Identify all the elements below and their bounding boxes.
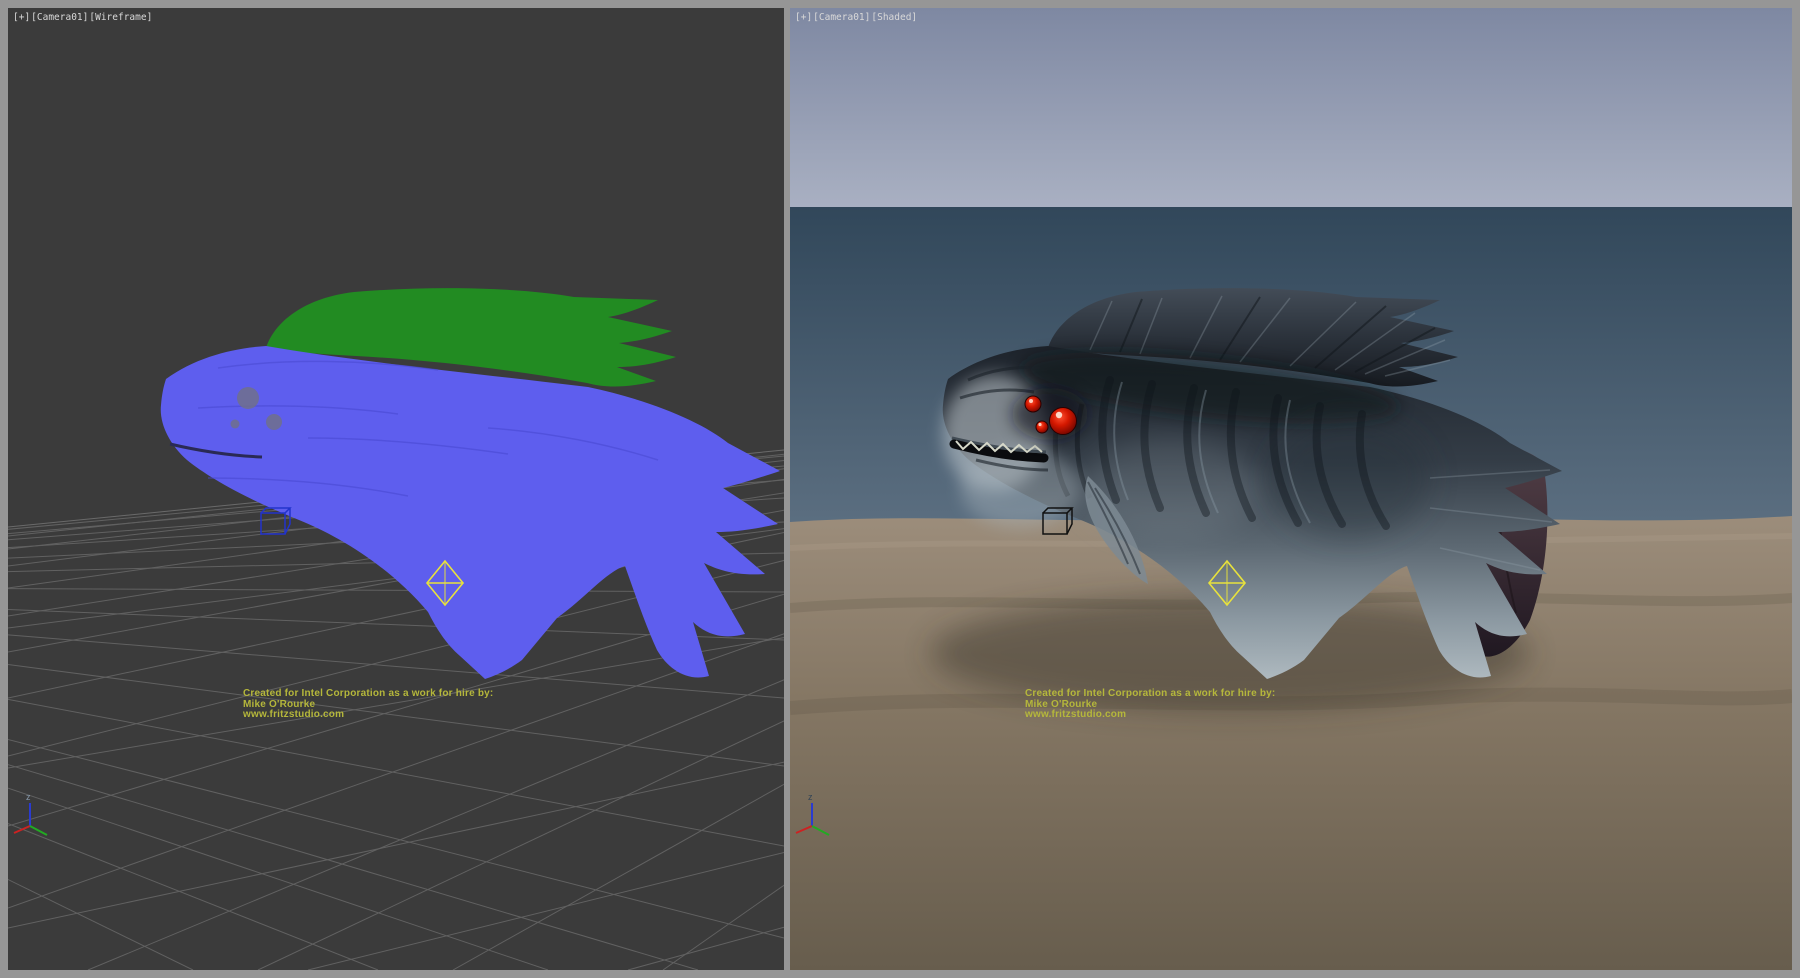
viewport-frame: [+][Camera01][Wireframe]	[0, 0, 1800, 978]
viewport-menu-general[interactable]: [+]	[13, 12, 30, 23]
z-axis-label: z	[26, 792, 31, 802]
viewport-menu-pov[interactable]: [Camera01]	[31, 12, 88, 23]
z-axis-label: z	[808, 792, 813, 802]
credits-line: Created for Intel Corporation as a work …	[1025, 689, 1275, 700]
eye-socket	[1012, 388, 1088, 440]
credits-text: Created for Intel Corporation as a work …	[1025, 689, 1275, 721]
viewport-label: [+][Camera01][Wireframe]	[13, 12, 153, 23]
shaded-viewport[interactable]: [+][Camera01][Shaded]	[790, 8, 1792, 970]
viewport-menu-shading[interactable]: [Wireframe]	[89, 12, 152, 23]
axis-tripod: z	[14, 792, 47, 835]
viewport-menu-pov[interactable]: [Camera01]	[813, 12, 870, 23]
viewport-label: [+][Camera01][Shaded]	[795, 12, 918, 23]
shaded-scene: z	[790, 8, 1792, 970]
fish-wireframe[interactable]	[161, 288, 780, 679]
credits-text: Created for Intel Corporation as a work …	[243, 689, 493, 721]
wireframe-scene: z	[8, 8, 784, 970]
wireframe-viewport[interactable]: [+][Camera01][Wireframe]	[8, 8, 784, 970]
credits-line: Created for Intel Corporation as a work …	[243, 689, 493, 700]
credits-line: www.fritzstudio.com	[243, 710, 493, 721]
viewport-menu-general[interactable]: [+]	[795, 12, 812, 23]
viewport-menu-shading[interactable]: [Shaded]	[871, 12, 917, 23]
credits-line: www.fritzstudio.com	[1025, 710, 1275, 721]
